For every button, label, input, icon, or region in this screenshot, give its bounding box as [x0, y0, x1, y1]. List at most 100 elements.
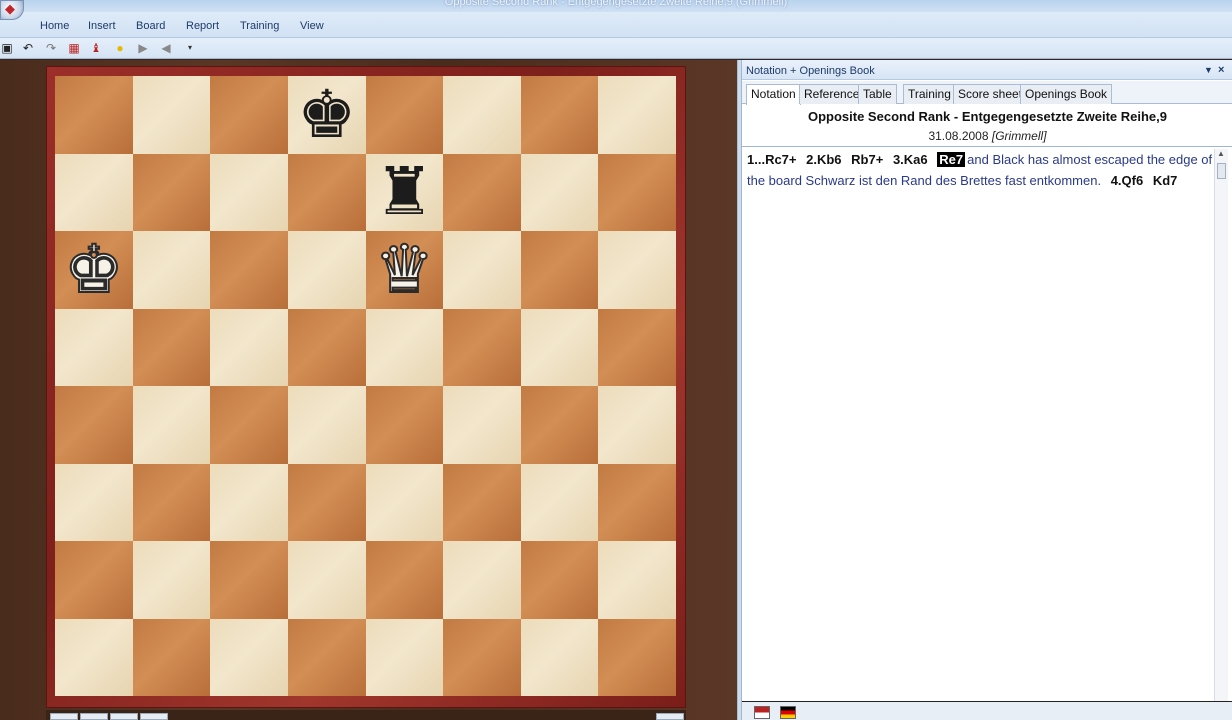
- square-d8[interactable]: ♚: [287, 76, 366, 154]
- de-flag-icon[interactable]: [780, 706, 796, 719]
- square-f4[interactable]: [443, 386, 521, 464]
- square-g6[interactable]: [520, 231, 599, 309]
- square-d7[interactable]: [287, 153, 366, 231]
- square-b7[interactable]: [132, 153, 211, 231]
- move-1[interactable]: 1...Rc7+: [747, 152, 797, 167]
- square-g2[interactable]: [520, 541, 599, 619]
- square-h7[interactable]: [598, 153, 676, 231]
- square-b8[interactable]: [132, 76, 211, 154]
- square-f5[interactable]: [443, 308, 521, 386]
- panel-close-icon[interactable]: ×: [1218, 63, 1224, 77]
- menu-home[interactable]: Home: [40, 20, 69, 32]
- tab-openings-book[interactable]: Openings Book: [1020, 84, 1113, 104]
- tab-training[interactable]: Training: [903, 84, 956, 104]
- square-b6[interactable]: [132, 231, 211, 309]
- square-h1[interactable]: [598, 618, 676, 696]
- square-c6[interactable]: [210, 231, 288, 309]
- square-d6[interactable]: [287, 231, 366, 309]
- dropdown-icon[interactable]: ▾: [183, 41, 197, 55]
- board-nav-button-4[interactable]: [140, 713, 168, 720]
- square-d2[interactable]: [287, 541, 366, 619]
- square-b4[interactable]: [132, 386, 211, 464]
- square-e2[interactable]: [365, 541, 444, 619]
- square-b5[interactable]: [132, 308, 211, 386]
- tab-reference[interactable]: Reference: [799, 84, 865, 104]
- square-d1[interactable]: [287, 618, 366, 696]
- menu-insert[interactable]: Insert: [88, 20, 116, 32]
- square-a3[interactable]: [55, 463, 133, 541]
- square-c7[interactable]: [210, 153, 288, 231]
- square-h6[interactable]: [598, 231, 676, 309]
- piece-icon[interactable]: ♝: [89, 41, 103, 55]
- scroll-up-icon[interactable]: ▲: [1217, 149, 1225, 158]
- square-f1[interactable]: [443, 618, 521, 696]
- board-nav-button-3[interactable]: [110, 713, 138, 720]
- menu-board[interactable]: Board: [136, 20, 165, 32]
- square-e1[interactable]: [365, 618, 444, 696]
- white-king[interactable]: ♚: [63, 235, 124, 303]
- scroll-thumb[interactable]: [1217, 163, 1226, 179]
- save-icon[interactable]: ▣: [0, 41, 14, 55]
- tab-score-sheet[interactable]: Score sheet: [953, 84, 1028, 104]
- square-c3[interactable]: [210, 463, 288, 541]
- square-d4[interactable]: [287, 386, 366, 464]
- square-a2[interactable]: [55, 541, 133, 619]
- square-c8[interactable]: [210, 76, 288, 154]
- board-icon[interactable]: ▦: [67, 41, 81, 55]
- square-f8[interactable]: [443, 76, 521, 154]
- move-4[interactable]: 3.Ka6: [893, 152, 928, 167]
- square-g4[interactable]: [520, 386, 599, 464]
- square-f7[interactable]: [443, 153, 521, 231]
- square-f3[interactable]: [443, 463, 521, 541]
- square-a1[interactable]: [55, 618, 133, 696]
- move-3[interactable]: Rb7+: [851, 152, 883, 167]
- square-d5[interactable]: [287, 308, 366, 386]
- tab-notation[interactable]: Notation: [746, 84, 801, 105]
- panel-dropdown-icon[interactable]: ▼: [1204, 63, 1213, 77]
- black-rook[interactable]: ♜: [375, 159, 434, 225]
- square-f6[interactable]: [443, 231, 521, 309]
- bulb-icon[interactable]: ●: [113, 41, 127, 55]
- menu-training[interactable]: Training: [240, 20, 279, 32]
- square-b3[interactable]: [132, 463, 211, 541]
- board-nav-button-2[interactable]: [80, 713, 108, 720]
- undo-icon[interactable]: ↶: [21, 41, 35, 55]
- move-7[interactable]: Kd7: [1153, 173, 1178, 188]
- square-e4[interactable]: [365, 386, 444, 464]
- square-a7[interactable]: [55, 153, 133, 231]
- board-nav-button-5[interactable]: [656, 713, 684, 720]
- square-a6[interactable]: ♚: [55, 231, 133, 309]
- us-flag-icon[interactable]: [754, 706, 770, 719]
- board-nav-button-1[interactable]: [50, 713, 78, 720]
- square-c2[interactable]: [210, 541, 288, 619]
- square-g5[interactable]: [520, 308, 599, 386]
- move-6[interactable]: 4.Qf6: [1111, 173, 1144, 188]
- square-g7[interactable]: [520, 153, 599, 231]
- square-e8[interactable]: [365, 76, 444, 154]
- square-a4[interactable]: [55, 386, 133, 464]
- menu-view[interactable]: View: [300, 20, 324, 32]
- redo-icon[interactable]: ↷: [44, 41, 58, 55]
- square-g1[interactable]: [520, 618, 599, 696]
- square-a5[interactable]: [55, 308, 133, 386]
- square-a8[interactable]: [55, 76, 133, 154]
- square-b2[interactable]: [132, 541, 211, 619]
- move-2[interactable]: 2.Kb6: [806, 152, 841, 167]
- back-icon[interactable]: ◀: [159, 41, 173, 55]
- square-h8[interactable]: [598, 76, 676, 154]
- black-king[interactable]: ♚: [297, 81, 356, 148]
- play-icon[interactable]: ▶: [136, 41, 150, 55]
- chess-board[interactable]: ♚ ♜ ♚ ♛: [55, 76, 676, 696]
- current-move[interactable]: Re7: [937, 152, 966, 167]
- menu-report[interactable]: Report: [186, 20, 219, 32]
- square-e6[interactable]: ♛: [365, 231, 444, 309]
- square-e7[interactable]: ♜: [365, 153, 444, 231]
- notation-scrollbar[interactable]: ▲: [1214, 149, 1228, 701]
- square-e5[interactable]: [365, 308, 444, 386]
- square-f2[interactable]: [443, 541, 521, 619]
- square-h2[interactable]: [598, 541, 676, 619]
- square-c1[interactable]: [210, 618, 288, 696]
- square-b1[interactable]: [132, 618, 211, 696]
- square-d3[interactable]: [287, 463, 366, 541]
- square-c5[interactable]: [210, 308, 288, 386]
